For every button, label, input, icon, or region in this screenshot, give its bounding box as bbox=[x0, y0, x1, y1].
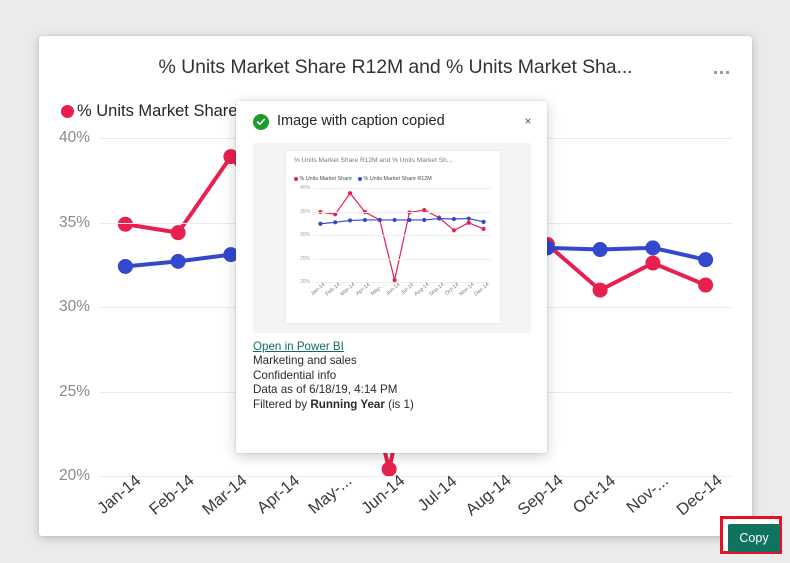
series-line-2 bbox=[319, 217, 485, 225]
data-point[interactable] bbox=[698, 252, 714, 268]
dot bbox=[719, 70, 723, 74]
data-point[interactable] bbox=[451, 228, 457, 233]
preview-visual-card: % Units Market Share R12M and % Units Ma… bbox=[286, 151, 500, 323]
y-axis-tick-label: 35% bbox=[58, 213, 90, 231]
legend-label: % Units Market Share bbox=[299, 176, 352, 182]
dialog-header: Image with caption copied × bbox=[236, 101, 547, 141]
y-axis-tick-label: 30% bbox=[58, 298, 90, 315]
data-point[interactable] bbox=[698, 277, 714, 293]
dialog-title: Image with caption copied bbox=[277, 113, 445, 129]
image-copied-dialog: Image with caption copied × % Units Mark… bbox=[236, 101, 782, 554]
caption-line: Confidential info bbox=[253, 368, 337, 382]
preview-legend-item-units-market-share-r12m: % Units Market Share R12M bbox=[357, 176, 432, 182]
series-line-1 bbox=[319, 192, 485, 281]
data-point[interactable] bbox=[645, 240, 661, 256]
data-point[interactable] bbox=[466, 220, 471, 225]
image-preview-container: % Units Market Share R12M and % Units Ma… bbox=[253, 143, 531, 333]
y-axis-tick-label: 40% bbox=[58, 129, 90, 146]
data-point[interactable] bbox=[466, 216, 471, 221]
data-point[interactable] bbox=[451, 216, 457, 222]
preview-legend-item-units-market-share: % Units Market Share bbox=[294, 176, 352, 182]
legend-item-units-market-share[interactable]: % Units Market Share bbox=[61, 102, 237, 121]
y-axis-tick-label: 30% bbox=[299, 232, 310, 238]
y-axis-tick-label: 35% bbox=[299, 208, 310, 215]
legend-swatch-icon bbox=[61, 105, 74, 118]
legend-swatch-icon bbox=[294, 177, 298, 181]
data-point[interactable] bbox=[333, 212, 338, 217]
page-title: % Units Market Share R12M and % Units Ma… bbox=[158, 56, 633, 78]
chart-x-axis: Jan-14 Feb-14 Mar-14 Apr-14 May-... Jun-14 Jul… bbox=[94, 471, 732, 536]
gridline bbox=[313, 188, 491, 189]
caption-line: Marketing and sales bbox=[253, 354, 357, 368]
legend-label: % Units Market Share R12M bbox=[363, 176, 432, 182]
gridline bbox=[313, 258, 491, 260]
filter-line: Filtered by Running Year (is 1) bbox=[253, 398, 414, 412]
copy-button-highlight: Copy bbox=[720, 516, 782, 554]
caption-block: Open in Power BI Marketing and sales Con… bbox=[253, 340, 414, 412]
dot bbox=[725, 70, 729, 74]
y-axis-tick-label: 25% bbox=[58, 382, 90, 400]
copy-button[interactable]: Copy bbox=[728, 524, 780, 552]
open-in-power-bi-link[interactable]: Open in Power BI bbox=[253, 340, 414, 354]
more-options-icon[interactable] bbox=[708, 64, 734, 80]
data-point[interactable] bbox=[333, 220, 338, 225]
caption-line: Data as of 6/18/19, 4:14 PM bbox=[253, 383, 398, 397]
data-point[interactable] bbox=[362, 217, 368, 223]
data-point[interactable] bbox=[481, 226, 486, 231]
data-point[interactable] bbox=[422, 217, 427, 223]
data-point[interactable] bbox=[318, 221, 323, 226]
preview-plot-area: 20% 25% 30% 35% 40% bbox=[300, 185, 491, 285]
data-point[interactable] bbox=[645, 255, 661, 271]
data-point[interactable] bbox=[392, 217, 397, 223]
data-point[interactable] bbox=[347, 191, 353, 196]
preview-x-axis: Jan-14 Feb-14 Mar-14 Apr-14 May-... Jun-14 Jul… bbox=[310, 282, 491, 314]
y-axis-tick-label: 25% bbox=[299, 255, 310, 262]
gridline bbox=[313, 235, 491, 236]
filter-suffix: (is 1) bbox=[384, 397, 414, 411]
check-circle-icon bbox=[253, 114, 269, 130]
data-point[interactable] bbox=[377, 217, 382, 223]
filter-name: Running Year bbox=[310, 397, 385, 411]
data-point[interactable] bbox=[347, 218, 353, 223]
gridline bbox=[313, 211, 491, 213]
data-point[interactable] bbox=[592, 282, 608, 298]
legend-swatch-icon bbox=[357, 177, 362, 181]
dot bbox=[713, 70, 717, 74]
data-point[interactable] bbox=[117, 216, 133, 232]
data-point[interactable] bbox=[117, 258, 133, 274]
data-point[interactable] bbox=[481, 219, 486, 224]
data-point[interactable] bbox=[592, 242, 608, 258]
data-point[interactable] bbox=[436, 216, 442, 221]
legend-label: % Units Market Share bbox=[77, 102, 238, 120]
data-point[interactable] bbox=[170, 225, 186, 241]
close-icon[interactable]: × bbox=[518, 111, 538, 131]
preview-chart-legend: % Units Market Share % Units Market Shar… bbox=[294, 176, 432, 182]
y-axis-tick-label: 20% bbox=[299, 279, 310, 285]
filter-prefix: Filtered by bbox=[253, 397, 311, 411]
y-axis-tick-label: 20% bbox=[58, 467, 90, 484]
preview-chart-title: % Units Market Share R12M and % Units Ma… bbox=[294, 157, 453, 164]
y-axis-tick-label: 40% bbox=[299, 185, 310, 191]
data-point[interactable] bbox=[170, 253, 186, 269]
data-point[interactable] bbox=[407, 217, 412, 223]
